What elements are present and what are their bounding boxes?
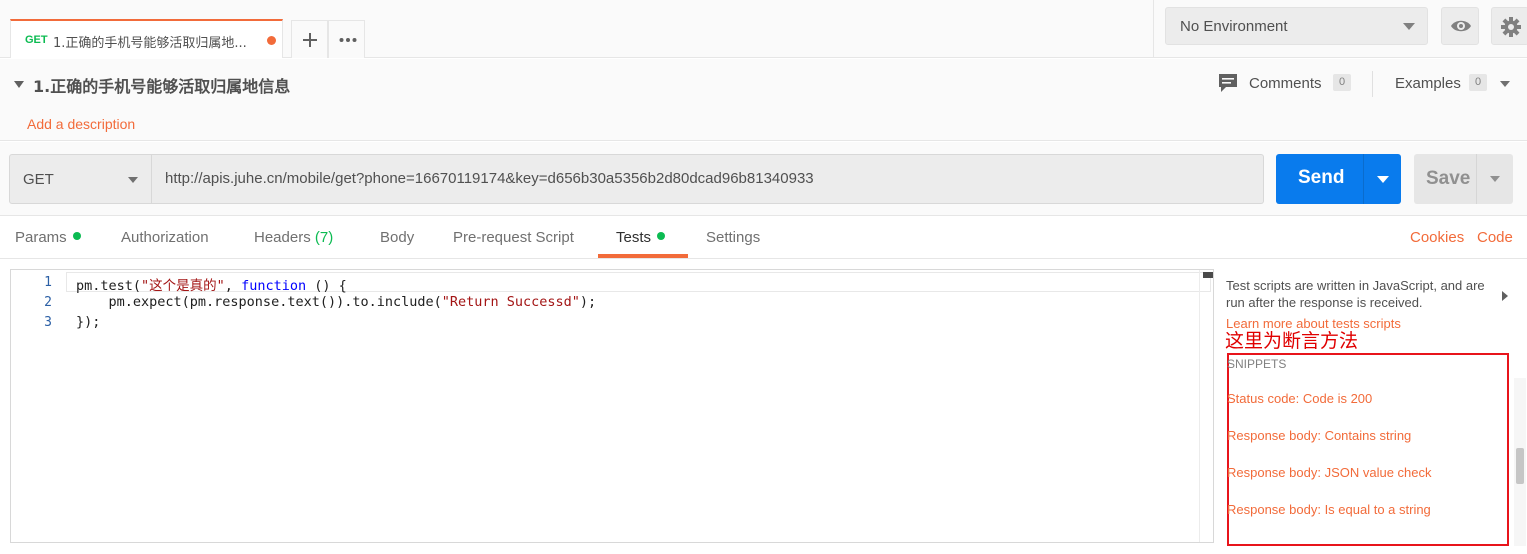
tab-prerequest-script[interactable]: Pre-request Script: [453, 229, 574, 246]
code-keyword: function: [241, 278, 307, 294]
environment-select[interactable]: No Environment: [1165, 7, 1428, 45]
status-dot-icon: [657, 232, 666, 240]
snippet-item[interactable]: Response body: Is equal to a string: [1227, 502, 1431, 517]
line-number: 1: [44, 275, 52, 290]
url-input[interactable]: http://apis.juhe.cn/mobile/get?phone=166…: [152, 154, 1264, 204]
tab-headers[interactable]: Headers (7): [254, 229, 333, 246]
tab-tests-label: Tests: [616, 229, 652, 246]
code-token: pm.test(: [76, 278, 142, 294]
url-bar: GET http://apis.juhe.cn/mobile/get?phone…: [0, 142, 1527, 216]
environment-quick-look-button[interactable]: [1441, 7, 1479, 45]
add-description-link[interactable]: Add a description: [27, 116, 135, 132]
tab-tests[interactable]: Tests: [616, 229, 666, 246]
code-line: pm.test("这个是真的", function () {: [76, 274, 347, 294]
save-button[interactable]: Save: [1414, 154, 1476, 204]
tab-body[interactable]: Body: [380, 229, 414, 246]
code-string: "Return Successd": [441, 294, 580, 310]
request-title[interactable]: 1.正确的手机号能够活取归属地信息: [33, 73, 290, 97]
request-tab-method: GET: [25, 34, 48, 46]
expand-panel-icon[interactable]: [1502, 291, 1508, 301]
divider: [1372, 71, 1373, 97]
line-number: 2: [44, 295, 52, 310]
comments-label: Comments: [1249, 75, 1322, 92]
chevron-down-icon: [1500, 81, 1510, 87]
editor-scrollbar[interactable]: [1199, 270, 1213, 542]
snippets-heading: SNIPPETS: [1227, 357, 1287, 371]
snippet-item[interactable]: Response body: Contains string: [1227, 428, 1411, 443]
scrollbar-thumb[interactable]: [1516, 448, 1524, 484]
comment-icon: [1219, 74, 1237, 92]
cookies-link[interactable]: Cookies: [1410, 229, 1464, 246]
settings-button[interactable]: [1491, 7, 1527, 45]
active-tab-indicator: [598, 254, 688, 258]
save-button-label: Save: [1426, 168, 1471, 189]
more-horizontal-icon: [339, 38, 357, 42]
tab-body-label: Body: [380, 229, 415, 246]
comments-count-badge: 0: [1333, 74, 1351, 91]
tab-params[interactable]: Params: [15, 229, 81, 246]
save-options-button[interactable]: [1476, 154, 1513, 204]
tests-code-editor[interactable]: 1 2 3 pm.test("这个是真的", function () { pm.…: [10, 269, 1214, 543]
request-tab[interactable]: GET 1.正确的手机号能够活取归属地...: [10, 19, 283, 58]
code-token: () {: [306, 278, 347, 294]
tab-prerequest-label: Pre-request Script: [453, 229, 574, 246]
code-link[interactable]: Code: [1477, 229, 1513, 246]
send-options-button[interactable]: [1363, 154, 1401, 204]
code-token: );: [579, 294, 597, 310]
request-tab-name: 1.正确的手机号能够活取归属地...: [53, 36, 247, 51]
chevron-down-icon: [128, 177, 138, 183]
status-dot-icon: [72, 232, 81, 240]
snippets-info-text: Test scripts are written in JavaScript, …: [1226, 278, 1485, 310]
request-subtabs: Params Authorization Headers (7) Body Pr…: [0, 217, 1527, 259]
examples-count-badge: 0: [1469, 74, 1487, 91]
snippets-scrollbar[interactable]: [1514, 378, 1526, 546]
unsaved-dot-icon: [267, 36, 276, 45]
method-select-value: GET: [23, 171, 54, 188]
tab-headers-label: Headers: [254, 229, 311, 246]
code-token: ,: [224, 278, 242, 294]
code-token: pm.expect(pm.response.text()).to.include…: [76, 294, 442, 310]
code-line: pm.expect(pm.response.text()).to.include…: [76, 294, 597, 310]
tab-settings[interactable]: Settings: [706, 229, 760, 246]
tab-headers-count: (7): [314, 229, 334, 246]
tab-settings-label: Settings: [706, 229, 761, 246]
tab-options-button[interactable]: [328, 20, 365, 58]
eye-icon: [1451, 20, 1471, 32]
chevron-down-icon: [1377, 176, 1389, 183]
annotation-text: 这里为断言方法: [1225, 330, 1359, 352]
collapse-caret-icon[interactable]: [14, 81, 24, 88]
method-select[interactable]: GET: [9, 154, 152, 204]
tab-params-label: Params: [15, 229, 67, 246]
line-number: 3: [44, 315, 52, 330]
snippet-item[interactable]: Response body: JSON value check: [1227, 465, 1432, 480]
annotation-box: [1227, 353, 1509, 546]
examples-label: Examples: [1395, 75, 1461, 92]
line-number-gutter: 1 2 3: [11, 270, 66, 542]
send-button-label: Send: [1298, 167, 1345, 188]
request-header: 1.正确的手机号能够活取归属地信息 Add a description Comm…: [0, 59, 1527, 141]
environment-select-value: No Environment: [1180, 18, 1288, 35]
gear-icon: [1501, 17, 1521, 37]
snippet-item[interactable]: Status code: Code is 200: [1227, 391, 1372, 406]
code-line: });: [76, 314, 101, 330]
new-tab-button[interactable]: [291, 20, 328, 58]
tab-authorization-label: Authorization: [121, 229, 209, 246]
code-string: "这个是真的": [141, 278, 225, 294]
plus-icon: [303, 33, 317, 47]
scrollbar-thumb[interactable]: [1203, 272, 1213, 278]
send-button[interactable]: Send: [1276, 154, 1363, 204]
chevron-down-icon: [1403, 23, 1415, 30]
divider: [1153, 0, 1154, 58]
tab-authorization[interactable]: Authorization: [121, 229, 209, 246]
chevron-down-icon: [1490, 176, 1500, 182]
tab-bar: GET 1.正确的手机号能够活取归属地... No Environment: [0, 0, 1527, 58]
